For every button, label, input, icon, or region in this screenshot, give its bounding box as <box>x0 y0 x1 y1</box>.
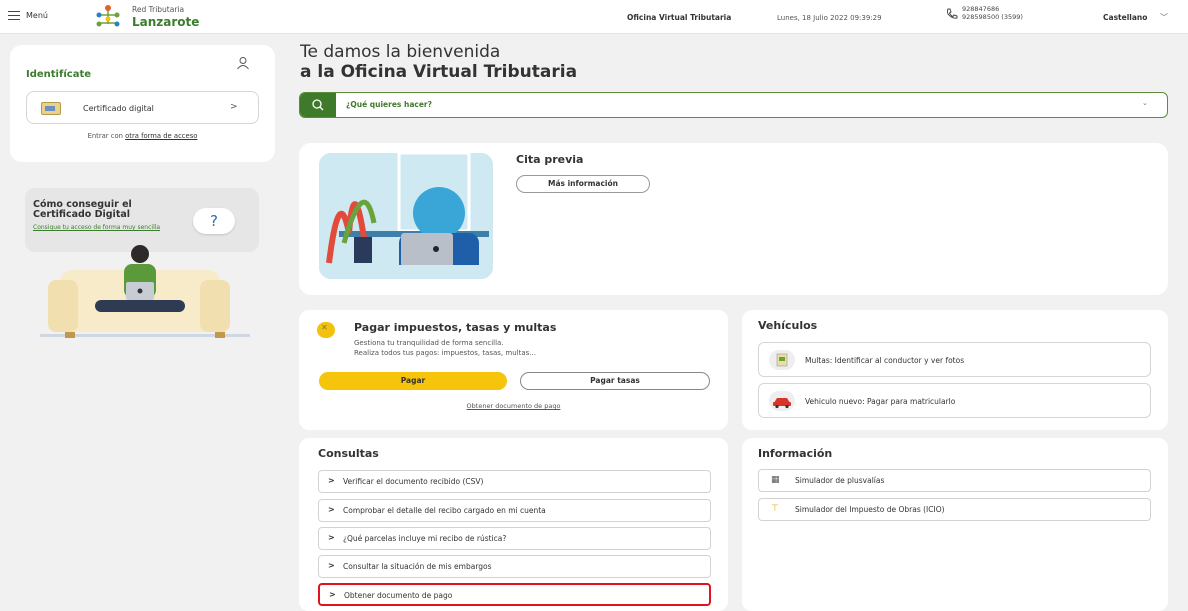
certificate-button[interactable]: Certificado digital > <box>26 91 259 124</box>
pay-button[interactable]: Pagar <box>319 372 507 390</box>
payments-card: Pagar impuestos, tasas y multas Gestiona… <box>299 310 728 430</box>
certificate-label: Certificado digital <box>83 104 154 113</box>
chevron-right-icon: > <box>230 102 238 112</box>
search-bar[interactable]: ¿Qué quieres hacer? ⌄ <box>299 92 1168 118</box>
consult-item-rustic-parcels[interactable]: > ¿Qué parcelas incluye mi recibo de rús… <box>318 527 711 550</box>
chevron-right-icon: > <box>328 533 335 542</box>
vehicle-fines-item[interactable]: Multas: Identificar al conductor y ver f… <box>758 342 1151 377</box>
network-logo-icon <box>96 5 120 27</box>
howto-title: Cómo conseguir el Certificado Digital <box>33 199 132 220</box>
person-laptop-illustration <box>40 245 250 338</box>
fine-ticket-icon <box>769 350 795 370</box>
consultations-card: Consultas > Verificar el documento recib… <box>299 438 728 611</box>
consult-item-receipt-detail[interactable]: > Comprobar el detalle del recibo cargad… <box>318 499 711 522</box>
phone-icon <box>947 8 958 19</box>
logo-name: Lanzarote <box>132 14 200 29</box>
chevron-right-icon: > <box>328 476 335 485</box>
consult-item-label: Consultar la situación de mis embargos <box>343 562 492 571</box>
info-item-plusvalias[interactable]: ▦ Simulador de plusvalías <box>758 469 1151 492</box>
chevron-down-icon[interactable]: ⌄ <box>1142 99 1148 107</box>
other-access-link[interactable]: otra forma de acceso <box>125 132 197 140</box>
chevron-right-icon: > <box>328 561 335 570</box>
new-vehicle-label: Vehiculo nuevo: Pagar para matricularlo <box>805 397 956 406</box>
info-item-icio[interactable]: ⊤ Simulador del Impuesto de Obras (ICIO) <box>758 498 1151 521</box>
welcome-line-2: a la Oficina Virtual Tributaria <box>300 62 578 82</box>
certificate-card-icon <box>41 102 61 115</box>
payments-description: Gestiona tu tranquilidad de forma sencil… <box>354 338 536 358</box>
consult-item-label: ¿Qué parcelas incluye mi recibo de rústi… <box>343 534 507 543</box>
user-icon[interactable] <box>236 56 250 70</box>
car-icon <box>769 391 795 411</box>
payments-title: Pagar impuestos, tasas y multas <box>354 321 557 334</box>
pay-fees-button[interactable]: Pagar tasas <box>520 372 710 390</box>
menu-label: Menú <box>26 11 48 20</box>
vehicles-title: Vehículos <box>758 319 818 332</box>
consult-item-label: Comprobar el detalle del recibo cargado … <box>343 506 546 515</box>
more-info-button[interactable]: Más información <box>516 175 650 193</box>
help-icon[interactable]: ? <box>193 208 235 234</box>
phone-contact[interactable]: 928847686 928598500 (3599) <box>946 5 1023 21</box>
consult-item-label: Obtener documento de pago <box>344 591 453 600</box>
logo-top-text: Red Tributaria <box>132 5 185 15</box>
new-vehicle-item[interactable]: Vehiculo nuevo: Pagar para matricularlo <box>758 383 1151 418</box>
phone-number-2: 928598500 (3599) <box>962 12 1023 21</box>
cita-title: Cita previa <box>516 153 584 166</box>
login-card: Identifícate Certificado digital > Entra… <box>10 45 275 162</box>
vehicle-fines-label: Multas: Identificar al conductor y ver f… <box>805 356 965 365</box>
payment-icon <box>317 322 335 338</box>
hamburger-icon <box>8 11 20 20</box>
crane-icon: ⊤ <box>771 504 779 514</box>
chevron-right-icon: > <box>328 505 335 514</box>
cita-previa-card: Cita previa Más información <box>299 143 1168 295</box>
consultations-title: Consultas <box>318 447 379 460</box>
calculator-icon: ▦ <box>771 475 780 485</box>
information-card: Información ▦ Simulador de plusvalías ⊤ … <box>742 438 1168 611</box>
consult-item-csv[interactable]: > Verificar el documento recibido (CSV) <box>318 470 711 493</box>
top-header: Menú Red Tributaria Lanzarote Oficina Vi… <box>0 0 1188 34</box>
other-access-prefix: Entrar con <box>87 132 126 140</box>
howto-link[interactable]: Consigue tu acceso de forma muy sencilla <box>33 224 173 231</box>
welcome-line-1: Te damos la bienvenida <box>300 42 501 62</box>
search-button[interactable] <box>300 93 336 117</box>
consult-item-payment-document[interactable]: > Obtener documento de pago <box>318 583 711 606</box>
search-input[interactable]: ¿Qué quieres hacer? <box>346 100 432 109</box>
identify-title: Identifícate <box>26 69 92 80</box>
information-title: Información <box>758 447 833 460</box>
payments-description-line-2: Realiza todos tus pagos: impuestos, tasa… <box>354 349 536 357</box>
chevron-down-icon[interactable]: ﹀ <box>1160 12 1168 23</box>
payments-description-line-1: Gestiona tu tranquilidad de forma sencil… <box>354 339 504 347</box>
language-select[interactable]: Castellano <box>1103 13 1147 22</box>
logo[interactable]: Red Tributaria Lanzarote <box>94 4 199 30</box>
office-title: Oficina Virtual Tributaria <box>627 13 732 22</box>
datetime: Lunes, 18 Julio 2022 09:39:29 <box>777 14 882 22</box>
info-item-label: Simulador de plusvalías <box>795 476 885 485</box>
chevron-right-icon: > <box>329 590 336 599</box>
search-icon <box>312 99 324 111</box>
cita-illustration <box>319 153 493 279</box>
other-access-text: Entrar con otra forma de acceso <box>10 132 275 140</box>
consult-item-embargoes[interactable]: > Consultar la situación de mis embargos <box>318 555 711 578</box>
get-payment-document-link[interactable]: Obtener documento de pago <box>299 402 728 410</box>
menu-button[interactable]: Menú <box>8 11 48 20</box>
info-item-label: Simulador del Impuesto de Obras (ICIO) <box>795 505 945 514</box>
vehicles-card: Vehículos Multas: Identificar al conduct… <box>742 310 1168 430</box>
woman-laptop-illustration <box>319 153 493 279</box>
consult-item-label: Verificar el documento recibido (CSV) <box>343 477 484 486</box>
